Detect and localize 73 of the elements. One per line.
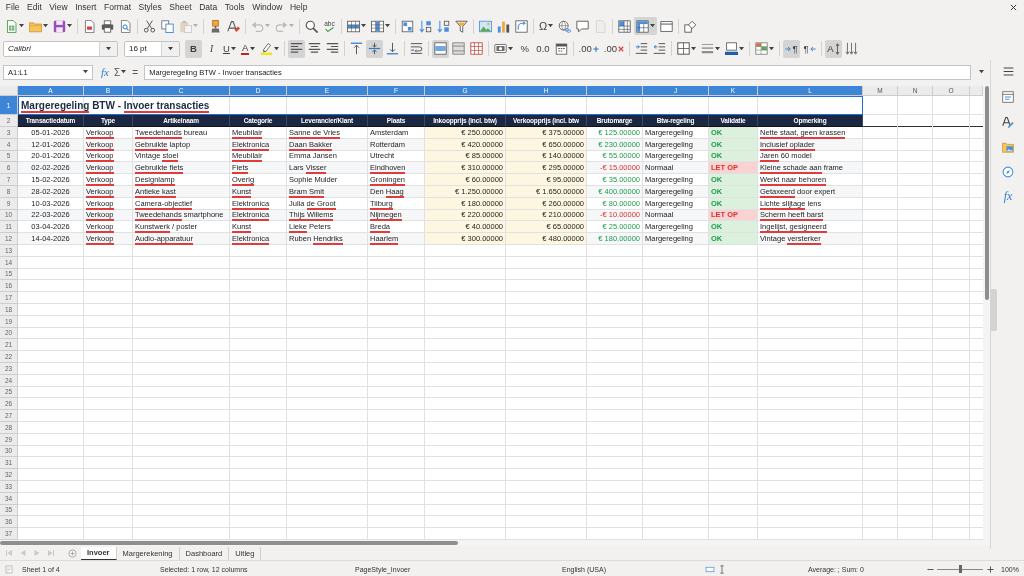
left-arrow-icon[interactable] bbox=[809, 45, 816, 52]
caret-icon[interactable] bbox=[385, 24, 390, 28]
selection-mode-icon[interactable] bbox=[704, 564, 716, 574]
borders-button[interactable] bbox=[675, 39, 698, 58]
zoom-slider-thumb[interactable] bbox=[958, 565, 962, 573]
split-window-button[interactable] bbox=[634, 17, 658, 35]
document-icon bbox=[5, 564, 13, 574]
caret-icon[interactable] bbox=[650, 24, 656, 28]
right-arrow-icon[interactable] bbox=[785, 45, 792, 52]
text-orientation-button[interactable]: A bbox=[825, 39, 842, 58]
caret-icon[interactable] bbox=[106, 46, 111, 51]
caret-icon[interactable] bbox=[739, 46, 744, 51]
border-color-button[interactable] bbox=[723, 39, 746, 58]
formula-button[interactable]: = bbox=[128, 64, 143, 80]
menu-item[interactable]: Data bbox=[195, 1, 221, 14]
cross-icon[interactable] bbox=[618, 45, 624, 52]
special-character-button[interactable]: Ω bbox=[537, 17, 556, 35]
plus-icon[interactable] bbox=[592, 45, 599, 52]
caret-icon[interactable] bbox=[121, 70, 127, 74]
caret-icon[interactable] bbox=[548, 24, 554, 28]
font-name-box[interactable]: Calibri bbox=[3, 40, 118, 57]
caret-icon[interactable] bbox=[508, 46, 514, 51]
table-column-icon[interactable] bbox=[371, 19, 384, 33]
menu-item[interactable]: Help bbox=[286, 1, 312, 14]
table-row-icon[interactable] bbox=[347, 19, 360, 33]
caret-icon[interactable] bbox=[769, 46, 774, 51]
checkmark-icon[interactable] bbox=[325, 27, 334, 32]
caret-icon[interactable] bbox=[230, 46, 236, 51]
menu-item[interactable]: Format bbox=[100, 1, 135, 14]
functions-button[interactable]: fx bbox=[999, 188, 1017, 205]
function-wizard-button[interactable]: fx bbox=[98, 64, 112, 80]
highlighter-icon[interactable] bbox=[260, 42, 274, 55]
text-cursor-icon[interactable] bbox=[719, 564, 725, 574]
menu-item[interactable]: Sheet bbox=[165, 1, 196, 14]
banknote-icon[interactable] bbox=[494, 42, 508, 55]
caret-icon[interactable] bbox=[361, 24, 366, 28]
vertical-arrows-icon[interactable] bbox=[834, 42, 840, 55]
bold-button[interactable]: B bbox=[185, 39, 202, 58]
horizontal-scrollbar[interactable] bbox=[0, 540, 990, 546]
font-color-button[interactable]: A bbox=[239, 39, 258, 58]
caret-icon[interactable] bbox=[67, 24, 72, 28]
caret-icon[interactable] bbox=[715, 46, 720, 51]
italic-button[interactable]: I bbox=[203, 39, 220, 58]
menu-item[interactable]: File bbox=[2, 1, 24, 14]
menu-item[interactable]: Styles bbox=[134, 1, 166, 14]
caret-icon[interactable] bbox=[691, 46, 696, 51]
caret-icon[interactable] bbox=[274, 46, 280, 51]
table-icon[interactable] bbox=[636, 19, 650, 33]
menu-item[interactable]: Tools bbox=[220, 1, 249, 14]
vertical-scrollbar[interactable] bbox=[983, 84, 990, 540]
sidebar-grip[interactable] bbox=[991, 289, 997, 331]
right-to-left-button[interactable]: ¶ bbox=[801, 39, 818, 58]
caret-icon[interactable] bbox=[19, 24, 24, 28]
number-format-button[interactable]: 0.0 bbox=[534, 39, 552, 58]
left-to-right-button[interactable]: ¶ bbox=[783, 39, 800, 58]
menu-item[interactable]: View bbox=[45, 1, 72, 14]
percent-format-button[interactable]: % bbox=[516, 39, 534, 58]
menu-item[interactable]: Edit bbox=[23, 1, 46, 14]
caret-icon[interactable] bbox=[168, 46, 173, 51]
add-decimal-button[interactable]: .00 bbox=[576, 39, 601, 58]
caret-icon[interactable] bbox=[83, 70, 88, 74]
sum-button[interactable]: Σ bbox=[112, 64, 129, 80]
borders-icon[interactable] bbox=[677, 42, 690, 55]
underline-button[interactable]: U bbox=[221, 39, 238, 58]
conditional-format-button[interactable] bbox=[753, 39, 776, 58]
menu-item[interactable]: Window bbox=[248, 1, 287, 14]
menu-item[interactable]: Insert bbox=[71, 1, 101, 14]
caret-icon[interactable] bbox=[250, 46, 256, 51]
delete-decimal-button[interactable]: .00 bbox=[601, 39, 626, 58]
caret-icon[interactable] bbox=[978, 70, 984, 74]
caret-icon[interactable] bbox=[43, 24, 48, 28]
font-size-box[interactable]: 16 pt bbox=[124, 40, 180, 57]
border-color-icon[interactable] bbox=[725, 42, 738, 55]
